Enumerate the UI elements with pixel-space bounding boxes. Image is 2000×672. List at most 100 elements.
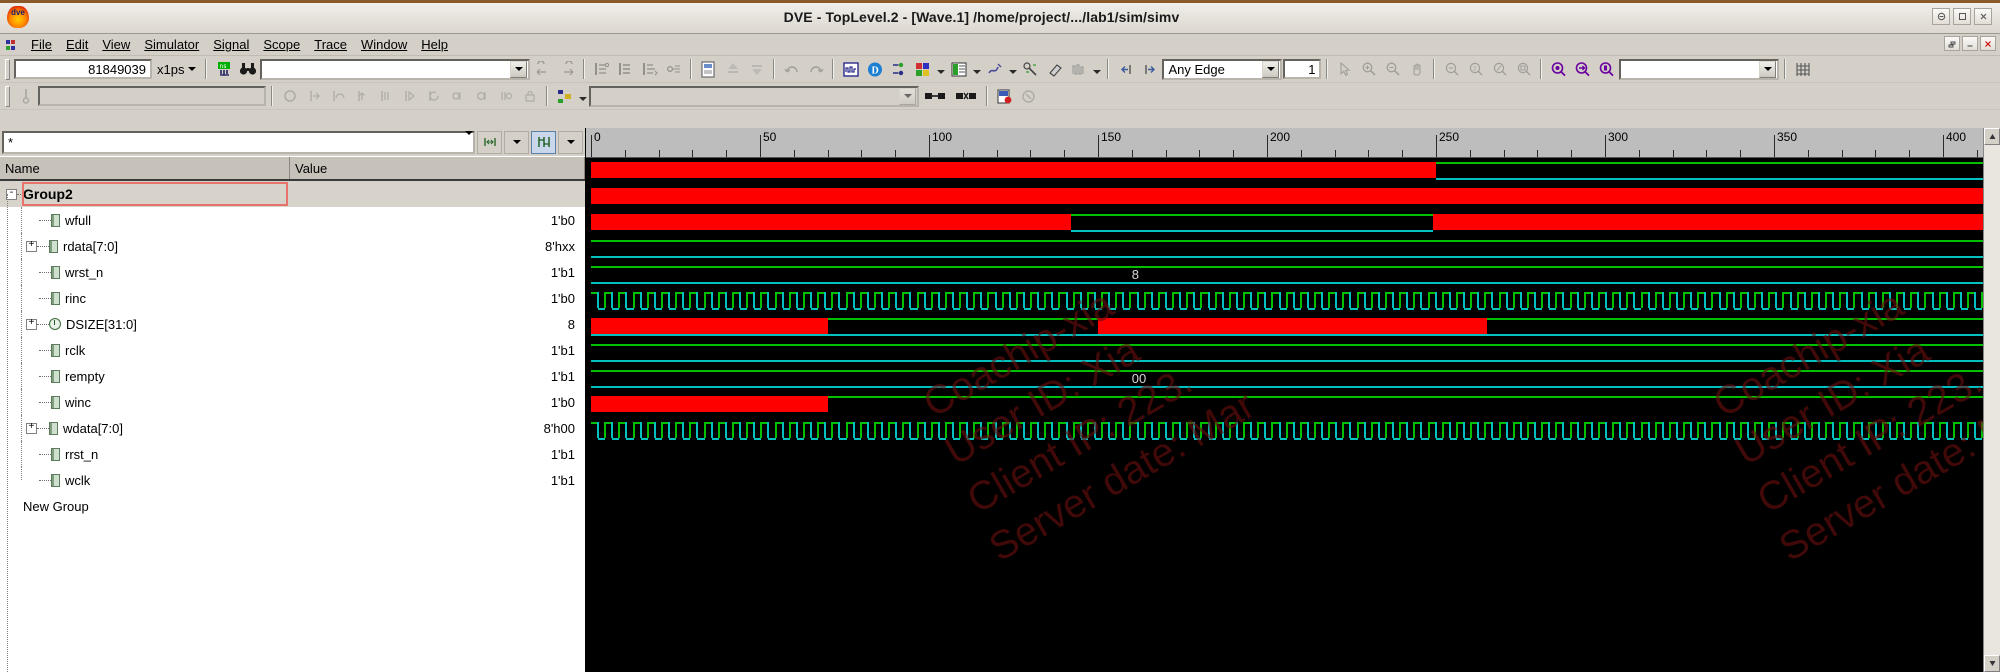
- redo-icon[interactable]: [804, 57, 828, 81]
- fit-columns-icon[interactable]: [477, 130, 502, 154]
- zoom-out-icon[interactable]: [1381, 57, 1405, 81]
- time-ruler[interactable]: 0 50 100 150 200 250 300 350 400: [586, 128, 2000, 158]
- signal-row[interactable]: winc 1'b0: [0, 389, 585, 415]
- time-unit-dropdown[interactable]: x1ps: [153, 59, 201, 79]
- bus-ripple-icon[interactable]: [1067, 57, 1091, 81]
- binoculars-icon[interactable]: [236, 57, 260, 81]
- signal-row[interactable]: + rdata[7:0] 8'hxx: [0, 233, 585, 259]
- signal-row[interactable]: wclk 1'b1: [0, 467, 585, 493]
- grid-icon[interactable]: [1791, 57, 1815, 81]
- menu-item-scope[interactable]: Scope: [256, 35, 307, 54]
- signal-row[interactable]: rinc 1'b0: [0, 285, 585, 311]
- menu-item-trace[interactable]: Trace: [307, 35, 354, 54]
- reload-icon[interactable]: [993, 84, 1016, 108]
- continue-icon[interactable]: [398, 84, 421, 108]
- save-session-icon[interactable]: [697, 57, 721, 81]
- record-icon[interactable]: [278, 84, 301, 108]
- zoom-full-icon[interactable]: [1512, 57, 1536, 81]
- hierarchy-icon[interactable]: [553, 84, 576, 108]
- run-icon[interactable]: [374, 84, 397, 108]
- edge-count-field[interactable]: 1: [1283, 59, 1322, 79]
- undo-icon[interactable]: [780, 57, 804, 81]
- breakpoint-icon[interactable]: [446, 84, 469, 108]
- toolbar-grip[interactable]: [5, 85, 10, 107]
- lock-icon[interactable]: [518, 84, 541, 108]
- scheme-dropdown-icon[interactable]: [558, 130, 583, 154]
- expand-bus-icon[interactable]: [590, 57, 614, 81]
- zoom-2x-icon[interactable]: 2: [1464, 57, 1488, 81]
- scrollbar-track[interactable]: [1984, 145, 2000, 655]
- waveform-window-icon[interactable]: [839, 57, 863, 81]
- scheme-icon[interactable]: [531, 130, 556, 154]
- hierarchy-dropdown[interactable]: [577, 85, 588, 108]
- step-out-icon[interactable]: [350, 84, 373, 108]
- compare-icon[interactable]: [920, 84, 950, 108]
- insert-down-icon[interactable]: [745, 57, 769, 81]
- restart-icon[interactable]: [422, 84, 445, 108]
- ungroup-signal-icon[interactable]: [662, 57, 686, 81]
- diff-icon[interactable]: [951, 84, 981, 108]
- scroll-down-button[interactable]: [1984, 655, 2000, 672]
- signal-row[interactable]: rempty 1'b1: [0, 363, 585, 389]
- signal-row[interactable]: wfull 1'b0: [0, 207, 585, 233]
- zoom-in-icon[interactable]: [1357, 57, 1381, 81]
- zoom-cursor-out-icon[interactable]: [1571, 57, 1595, 81]
- signal-filter-combo[interactable]: *: [2, 130, 475, 154]
- signal-row[interactable]: + wdata[7:0] 8'h00: [0, 415, 585, 441]
- eraser-icon[interactable]: [1043, 57, 1067, 81]
- watch-icon[interactable]: [470, 84, 493, 108]
- hierarchy-combo[interactable]: [589, 85, 919, 107]
- signal-tree[interactable]: - Group2 wfull 1'b0 + rdata[7:0] 8'hxx wrst_n 1'…: [0, 181, 585, 672]
- compare-waves-icon[interactable]: [887, 57, 911, 81]
- edge-type-select[interactable]: Any Edge: [1162, 58, 1283, 80]
- signal-row[interactable]: wrst_n 1'b1: [0, 259, 585, 285]
- close-button[interactable]: [1974, 8, 1992, 25]
- tree-expander[interactable]: +: [26, 422, 37, 434]
- stop-icon[interactable]: [1017, 84, 1040, 108]
- zoom-level-dropdown-arrow[interactable]: [1759, 60, 1777, 78]
- current-time-field[interactable]: 81849039: [14, 59, 152, 79]
- menu-item-signal[interactable]: Signal: [206, 35, 256, 54]
- bus-ripple-dropdown[interactable]: [1091, 58, 1102, 81]
- zoom-fit-icon[interactable]: [1440, 57, 1464, 81]
- list-window-dropdown[interactable]: [971, 58, 982, 81]
- annotate-icon[interactable]: [983, 57, 1007, 81]
- next-match-icon[interactable]: [555, 57, 579, 81]
- step-into-icon[interactable]: [302, 84, 325, 108]
- column-options-dropdown[interactable]: [504, 130, 529, 154]
- minimize-button[interactable]: [1932, 8, 1950, 25]
- group-signal-icon[interactable]: [638, 57, 662, 81]
- mdi-close-button[interactable]: [1980, 36, 1996, 51]
- signal-group-row[interactable]: - Group2: [0, 181, 585, 207]
- hierarchy-combo-arrow[interactable]: [899, 87, 916, 105]
- color-map-dropdown[interactable]: [935, 58, 946, 81]
- tree-expander[interactable]: +: [26, 240, 37, 252]
- tree-expander[interactable]: +: [26, 318, 37, 330]
- zoom-level-combo[interactable]: [1619, 58, 1780, 80]
- column-header-value[interactable]: Value: [290, 157, 585, 179]
- toolbar-grip[interactable]: [5, 58, 10, 80]
- pointer-icon[interactable]: [1333, 57, 1357, 81]
- insert-up-icon[interactable]: [721, 57, 745, 81]
- goto-time-icon[interactable]: ns: [212, 57, 236, 81]
- menu-item-view[interactable]: View: [95, 35, 137, 54]
- measure-icon[interactable]: [1019, 57, 1043, 81]
- menu-item-edit[interactable]: Edit: [59, 35, 95, 54]
- color-map-icon[interactable]: [911, 57, 935, 81]
- signal-row[interactable]: rclk 1'b1: [0, 337, 585, 363]
- mdi-restore-button[interactable]: [1944, 36, 1960, 51]
- search-dropdown-arrow[interactable]: [510, 60, 528, 78]
- scope-path-field[interactable]: [38, 86, 266, 106]
- search-combo[interactable]: [260, 58, 531, 80]
- mdi-minimize-button[interactable]: [1962, 36, 1978, 51]
- list-window-icon[interactable]: [947, 57, 971, 81]
- zoom-cursor-fit-icon[interactable]: [1595, 57, 1619, 81]
- signal-filter-input[interactable]: *: [4, 135, 465, 150]
- new-group-row[interactable]: New Group: [0, 493, 585, 519]
- dump-data-icon[interactable]: D: [863, 57, 887, 81]
- waveform-vertical-scrollbar[interactable]: [1983, 128, 2000, 672]
- prev-edge-icon[interactable]: [1114, 57, 1138, 81]
- waveform-canvas[interactable]: 8 00 Coachip-xia User ID: Xia Client IP: 223…: [586, 158, 2000, 672]
- signal-row[interactable]: rrst_n 1'b1: [0, 441, 585, 467]
- collapse-bus-icon[interactable]: [614, 57, 638, 81]
